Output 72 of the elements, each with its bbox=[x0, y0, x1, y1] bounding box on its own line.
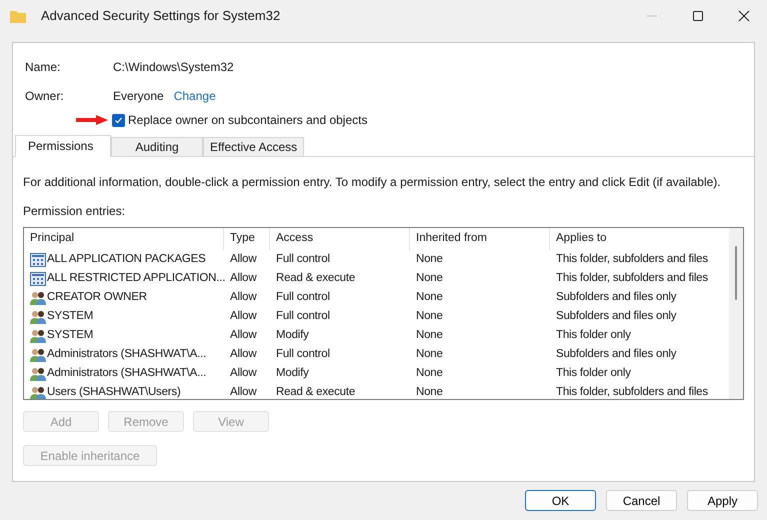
table-cell-text: Modify bbox=[276, 366, 309, 381]
table-cell-text: None bbox=[416, 328, 443, 343]
table-cell-text: Full control bbox=[276, 346, 330, 362]
table-cell-text: Administrators (SHASHWAT\A... bbox=[47, 346, 206, 362]
tab[interactable]: Effective Access bbox=[203, 137, 304, 157]
table-cell-text: None bbox=[416, 366, 443, 381]
tab[interactable]: Auditing bbox=[111, 137, 203, 157]
dialog-button[interactable]: Cancel bbox=[606, 490, 677, 511]
users-icon bbox=[30, 328, 46, 342]
change-link[interactable]: Change bbox=[174, 87, 216, 105]
owner-value: Everyone bbox=[113, 88, 164, 105]
table-cell-text: Allow bbox=[230, 308, 256, 324]
replace-owner-checkbox[interactable] bbox=[112, 114, 125, 126]
table-cell-text: Allow bbox=[230, 252, 256, 267]
table-cell-text: This folder, subfolders and files bbox=[556, 270, 708, 286]
table-cell-text: None bbox=[416, 308, 443, 324]
package-icon bbox=[30, 252, 46, 266]
table-cell-text: Allow bbox=[230, 366, 256, 381]
table-cell-text: Allow bbox=[230, 346, 256, 362]
dialog-button[interactable]: OK bbox=[525, 490, 596, 511]
table-cell-text: This folder, subfolders and files bbox=[556, 252, 708, 267]
folder-icon bbox=[10, 10, 26, 22]
table-cell-text: Allow bbox=[230, 290, 256, 305]
table-cell-text: None bbox=[416, 270, 443, 286]
table-cell-text: Modify bbox=[276, 328, 309, 343]
dialog-button[interactable]: Apply bbox=[687, 490, 758, 511]
table-cell-text: SYSTEM bbox=[47, 328, 94, 343]
table-cell-text: Full control bbox=[276, 308, 330, 324]
table-cell-text: Read & execute bbox=[276, 270, 356, 286]
check-icon bbox=[114, 116, 123, 124]
users-icon bbox=[30, 366, 46, 380]
name-label: Name: bbox=[25, 59, 62, 76]
table-cell-text: None bbox=[416, 384, 443, 399]
users-icon bbox=[30, 310, 46, 324]
arrow-drawing bbox=[76, 115, 108, 125]
table-cell-text: ALL RESTRICTED APPLICATION... bbox=[47, 270, 226, 286]
package-icon bbox=[30, 272, 46, 286]
column-header[interactable]: Access bbox=[270, 228, 410, 250]
table-cell-text: Full control bbox=[276, 290, 330, 305]
table-cell-text: Subfolders and files only bbox=[556, 346, 676, 362]
table-cell-text: Users (SHASHWAT\Users) bbox=[47, 384, 181, 399]
owner-label: Owner: bbox=[25, 88, 65, 105]
table-cell-text: Subfolders and files only bbox=[556, 308, 676, 324]
name-value: C:\Windows\System32 bbox=[113, 59, 234, 76]
table-cell-text: Read & execute bbox=[276, 384, 356, 399]
column-header[interactable]: Inherited from bbox=[410, 228, 550, 250]
column-header[interactable]: Type bbox=[224, 228, 270, 250]
table-cell-text: None bbox=[416, 252, 443, 267]
scrollbar[interactable] bbox=[729, 228, 743, 399]
table-cell-text: This folder only bbox=[556, 366, 631, 381]
entries-label: Permission entries: bbox=[23, 203, 126, 220]
table-cell-text: CREATOR OWNER bbox=[47, 290, 147, 305]
table-cell-text: This folder only bbox=[556, 328, 631, 343]
column-header[interactable]: Principal bbox=[24, 228, 224, 250]
table-cell-text: SYSTEM bbox=[47, 308, 94, 324]
table-cell-text: Administrators (SHASHWAT\A... bbox=[47, 366, 206, 381]
window-title: Advanced Security Settings for System32 bbox=[41, 7, 280, 26]
info-text: For additional information, double-click a permission entry. To modify a permission entry, select the entry and click Edit (if available). bbox=[23, 174, 722, 191]
table-cell-text: Allow bbox=[230, 270, 256, 286]
table-cell-text: ALL APPLICATION PACKAGES bbox=[47, 252, 206, 267]
table-cell-text: Allow bbox=[230, 328, 256, 343]
table-cell-text: Subfolders and files only bbox=[556, 290, 676, 305]
table-cell-text: This folder, subfolders and files bbox=[556, 384, 708, 399]
users-icon bbox=[30, 386, 46, 399]
table-cell-text: None bbox=[416, 346, 443, 362]
users-icon bbox=[30, 290, 46, 304]
tab[interactable]: Permissions bbox=[15, 135, 111, 157]
users-icon bbox=[30, 348, 46, 362]
table-cell-text: None bbox=[416, 290, 443, 305]
table-cell-text: Full control bbox=[276, 252, 330, 267]
replace-owner-label: Replace owner on subcontainers and objects bbox=[128, 112, 368, 129]
table-cell-text: Allow bbox=[230, 384, 256, 399]
